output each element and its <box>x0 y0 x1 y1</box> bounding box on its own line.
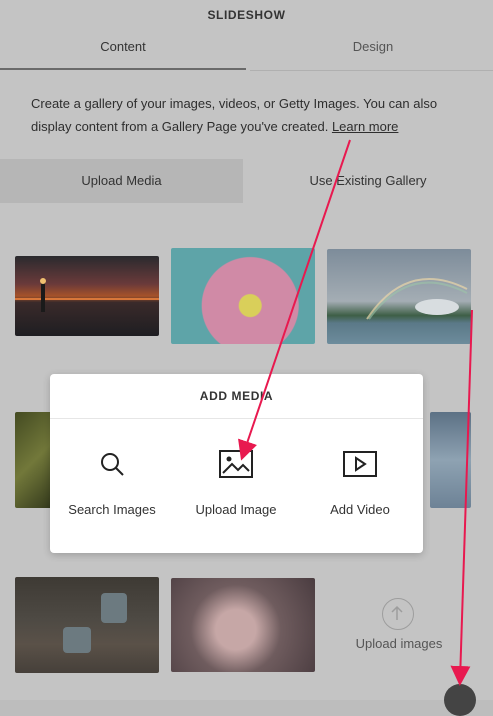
tab-bar: Content Design <box>0 32 493 70</box>
add-video-option[interactable]: Add Video <box>298 444 422 517</box>
panel-title: SLIDESHOW <box>207 8 286 22</box>
dialog-title: ADD MEDIA <box>50 374 423 419</box>
add-video-label: Add Video <box>330 502 390 517</box>
tab-design[interactable]: Design <box>250 32 493 68</box>
add-media-dialog: ADD MEDIA Search Images Upload Image Add… <box>50 374 423 553</box>
upload-images-area[interactable]: Upload images <box>327 582 471 674</box>
image-icon <box>174 444 298 484</box>
upload-media-button[interactable]: Upload Media <box>0 159 243 203</box>
use-existing-gallery-button[interactable]: Use Existing Gallery <box>243 159 493 203</box>
search-icon <box>50 444 174 484</box>
learn-more-link[interactable]: Learn more <box>332 119 398 134</box>
add-block-button[interactable] <box>444 684 476 716</box>
gallery-thumb-rainbow[interactable] <box>327 249 471 344</box>
gallery-thumb-sunset[interactable] <box>15 256 159 336</box>
slideshow-panel: SLIDESHOW Content Design Create a galler… <box>0 0 493 700</box>
search-images-option[interactable]: Search Images <box>50 444 174 517</box>
source-selector: Upload Media Use Existing Gallery <box>0 159 493 203</box>
upload-image-label: Upload Image <box>195 502 277 517</box>
gallery-thumb-flower[interactable] <box>171 248 315 344</box>
description: Create a gallery of your images, videos,… <box>31 92 471 138</box>
gallery-thumb-blossom[interactable] <box>171 578 315 672</box>
upload-image-option[interactable]: Upload Image <box>174 444 298 517</box>
tab-content[interactable]: Content <box>0 32 246 70</box>
tab-divider <box>250 70 493 71</box>
upload-arrow-icon <box>382 598 414 630</box>
upload-images-label: Upload images <box>355 636 443 651</box>
video-icon <box>298 444 422 484</box>
gallery-thumb-leaves[interactable] <box>15 412 55 508</box>
gallery-thumb-mugs[interactable] <box>15 577 159 673</box>
gallery-thumb-sky[interactable] <box>430 412 471 508</box>
search-images-label: Search Images <box>68 502 156 517</box>
